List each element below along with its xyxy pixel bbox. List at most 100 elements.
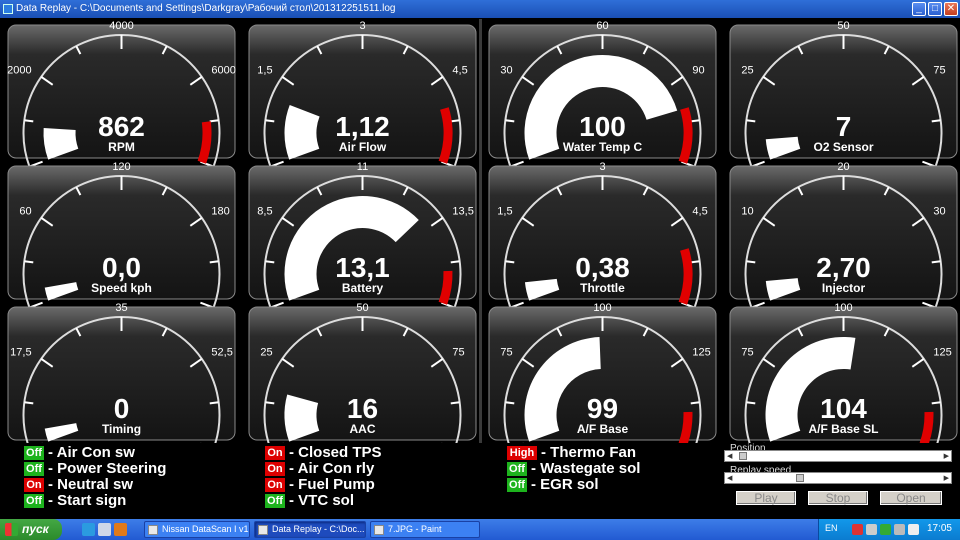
volume-icon[interactable] bbox=[894, 524, 905, 535]
gauge-throttle: 01,534,560,38Throttle bbox=[488, 161, 717, 321]
language-indicator[interactable]: EN bbox=[825, 523, 838, 533]
switch-label: - Wastegate sol bbox=[531, 460, 641, 477]
switch-label: - Closed TPS bbox=[289, 444, 382, 461]
browser-icon[interactable] bbox=[82, 523, 95, 536]
gauge-tick-label: 11 bbox=[357, 161, 368, 173]
paint-icon bbox=[374, 525, 384, 535]
gauge-tick-label: 17,5 bbox=[10, 347, 31, 359]
task-data-replay[interactable]: Data Replay - C:\Doc... bbox=[254, 521, 366, 538]
app-window-icon bbox=[148, 525, 158, 535]
task-nissan-datascan[interactable]: Nissan DataScan I v1... bbox=[144, 521, 250, 538]
window-title-bar[interactable]: Data Replay - C:\Documents and Settings\… bbox=[0, 0, 960, 18]
gauge-tick bbox=[265, 260, 275, 264]
safely-remove-icon[interactable] bbox=[908, 524, 919, 535]
media-icon[interactable] bbox=[114, 523, 127, 536]
desktop-icon[interactable] bbox=[98, 523, 111, 536]
gauge-value: 0,38 bbox=[575, 252, 630, 283]
open-button[interactable]: Open bbox=[880, 491, 942, 505]
gauge-tick bbox=[450, 260, 460, 264]
play-button[interactable]: Play bbox=[736, 491, 796, 505]
gauge-tick bbox=[24, 260, 34, 264]
gauge-tick-label: 6000 bbox=[211, 65, 235, 77]
gauge-tick bbox=[209, 401, 219, 405]
gauge-tick-label: 180 bbox=[211, 206, 229, 218]
slider-left-arrow-icon[interactable]: ◀ bbox=[727, 474, 732, 483]
task-label: 7.JPG - Paint bbox=[388, 524, 442, 534]
gauge-name: Injector bbox=[822, 281, 866, 295]
gauge-tick-label: 4,5 bbox=[692, 206, 707, 218]
maximize-button[interactable]: □ bbox=[928, 2, 942, 16]
gauge-tick-label: 30 bbox=[500, 65, 512, 77]
switch-label: - Start sign bbox=[48, 492, 127, 509]
close-button[interactable]: ✕ bbox=[944, 2, 958, 16]
gauge-tick bbox=[690, 401, 700, 405]
switch-label: - VTC sol bbox=[289, 492, 355, 509]
gauge-tick-label: 1,5 bbox=[497, 206, 512, 218]
gauge-injector: 0102030402,70Injector bbox=[729, 161, 958, 321]
gauge-tick-label: 75 bbox=[741, 347, 753, 359]
stop-button[interactable]: Stop bbox=[808, 491, 868, 505]
gauge-name: O2 Sensor bbox=[813, 140, 873, 154]
gauge-rpm: 02000400060008000862RPM bbox=[7, 20, 236, 180]
antivirus-icon[interactable] bbox=[880, 524, 891, 535]
gauge-tick-label: 3 bbox=[359, 20, 365, 32]
gauge-tick-label: 25 bbox=[260, 347, 272, 359]
status-badge: On bbox=[265, 478, 285, 492]
gauge-tick bbox=[265, 401, 275, 405]
gauge-value: 104 bbox=[820, 393, 867, 424]
gauge-tick-label: 75 bbox=[933, 65, 945, 77]
gauge-tick bbox=[505, 260, 515, 264]
taskbar: пуск Nissan DataScan I v1... Data Replay… bbox=[0, 519, 960, 540]
gauge-tick-label: 20 bbox=[837, 161, 849, 173]
gauge-tick bbox=[209, 260, 219, 264]
gauge-value: 100 bbox=[579, 111, 626, 142]
start-label: пуск bbox=[22, 522, 49, 536]
gauge-tick bbox=[746, 119, 756, 123]
gauge-tick bbox=[450, 119, 460, 123]
network-warning-icon[interactable] bbox=[852, 524, 863, 535]
gauge-value: 1,12 bbox=[335, 111, 390, 142]
gauge-value: 0,0 bbox=[102, 252, 141, 283]
slider-right-arrow-icon[interactable]: ▶ bbox=[944, 474, 949, 483]
start-button[interactable]: пуск bbox=[0, 519, 62, 540]
tray-app-icon[interactable] bbox=[866, 524, 877, 535]
status-badge: On bbox=[265, 462, 285, 476]
gauge-name: RPM bbox=[108, 140, 135, 154]
gauge-tick bbox=[265, 119, 275, 123]
gauge-tick bbox=[746, 401, 756, 405]
minimize-button[interactable]: _ bbox=[912, 2, 926, 16]
gauge-tick-label: 75 bbox=[452, 347, 464, 359]
gauge-tick bbox=[931, 260, 941, 264]
window-title: Data Replay - C:\Documents and Settings\… bbox=[16, 3, 396, 14]
slider-left-arrow-icon[interactable]: ◀ bbox=[727, 452, 732, 461]
task-paint[interactable]: 7.JPG - Paint bbox=[370, 521, 480, 538]
gauge-tick-label: 8,5 bbox=[257, 206, 272, 218]
gauge-tick-label: 120 bbox=[112, 161, 130, 173]
gauge-dashboard: 02000400060008000862RPM01,534,561,12Air … bbox=[0, 19, 960, 443]
gauge-tick-label: 4,5 bbox=[452, 65, 467, 77]
status-badge: Off bbox=[24, 494, 44, 508]
status-badge: High bbox=[507, 446, 537, 460]
slider-right-arrow-icon[interactable]: ▶ bbox=[944, 452, 949, 461]
status-badge: Off bbox=[24, 446, 44, 460]
gauge-tick bbox=[450, 401, 460, 405]
replay-speed-slider-thumb[interactable] bbox=[796, 474, 805, 482]
gauge-tick bbox=[24, 119, 34, 123]
switch-label: - Thermo Fan bbox=[541, 444, 637, 461]
gauge-battery: 68,51113,51613,1Battery bbox=[248, 161, 477, 321]
gauge-tick-label: 25 bbox=[741, 65, 753, 77]
replay-speed-slider[interactable]: ◀ ▶ bbox=[724, 472, 952, 484]
switch-label: - Neutral sw bbox=[48, 476, 134, 493]
clock: 17:05 bbox=[926, 523, 952, 534]
gauge-tick bbox=[690, 119, 700, 123]
gauge-air-flow: 01,534,561,12Air Flow bbox=[248, 20, 477, 180]
task-label: Data Replay - C:\Doc... bbox=[272, 524, 365, 534]
gauge-tick-label: 100 bbox=[834, 302, 852, 314]
gauge-name: Speed kph bbox=[91, 281, 152, 295]
position-slider-thumb[interactable] bbox=[738, 452, 747, 460]
system-tray: EN 17:05 bbox=[818, 519, 960, 540]
task-label: Nissan DataScan I v1... bbox=[162, 524, 250, 534]
switch-label: - Fuel Pump bbox=[289, 476, 375, 493]
gauge-tick bbox=[209, 119, 219, 123]
position-slider[interactable]: ◀ ▶ bbox=[724, 450, 952, 462]
